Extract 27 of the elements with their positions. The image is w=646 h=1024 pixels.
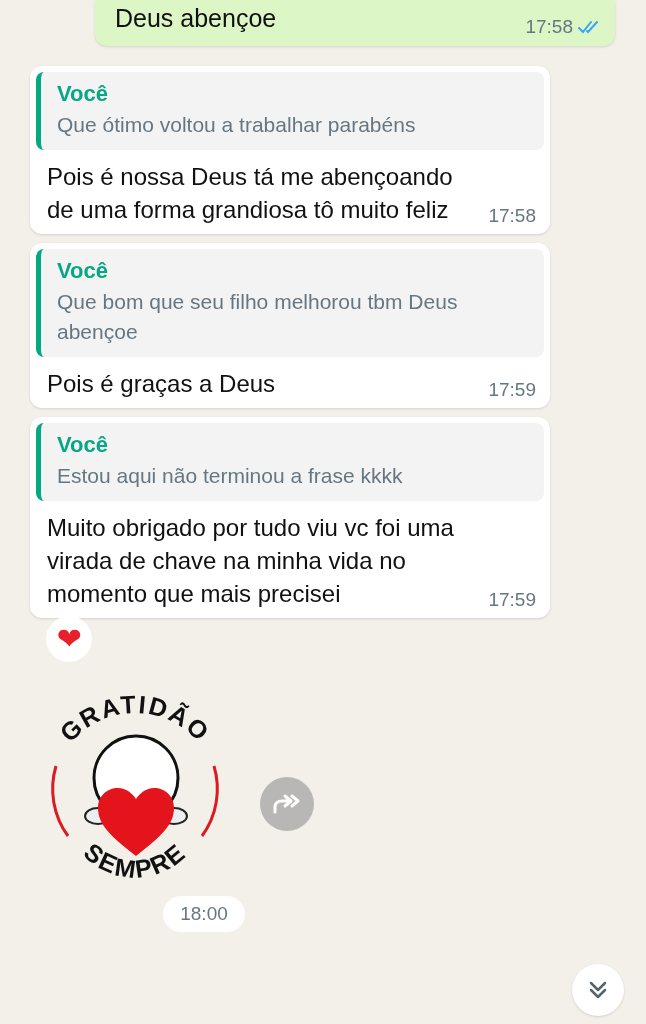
quote-author: Você bbox=[57, 80, 109, 108]
message-time: 17:59 bbox=[488, 587, 536, 612]
message-time: 17:58 bbox=[488, 203, 536, 228]
message-time: 17:59 bbox=[488, 377, 536, 402]
reaction-badge[interactable]: ❤ bbox=[46, 616, 92, 662]
message-bubble[interactable]: Você Que bom que seu filho melhorou tbm Deus abençoe Pois é graças a Deus 17:59 bbox=[30, 243, 550, 408]
scroll-down-button[interactable] bbox=[572, 964, 624, 1016]
quote-author: Você bbox=[57, 257, 109, 285]
quote-text: Que bom que seu filho melhorou tbm Deus abençoe bbox=[57, 289, 459, 345]
quoted-message[interactable]: Você Que bom que seu filho melhorou tbm Deus abençoe bbox=[36, 249, 544, 357]
message-bubble[interactable]: Deus abençoe 17:58 bbox=[95, 0, 615, 46]
message-time: 17:58 bbox=[525, 14, 573, 39]
sticker-text: SEMPRE bbox=[78, 837, 192, 884]
quote-text: Estou aqui não terminou a frase kkkk bbox=[57, 463, 404, 489]
quote-author: Você bbox=[57, 431, 109, 459]
message-text: Muito obrigado por tudo viu vc foi uma virada de chave na minha vida no momento que mais precisei bbox=[47, 513, 455, 609]
quote-text: Que ótimo voltou a trabalhar parabéns bbox=[57, 112, 417, 138]
forward-arrow-icon bbox=[272, 792, 302, 815]
message-text: Pois é graças a Deus bbox=[47, 369, 276, 399]
message-text: Pois é nossa Deus tá me abençoando de uma forma grandiosa tô muito feliz bbox=[47, 162, 454, 225]
quoted-message[interactable]: Você Estou aqui não terminou a frase kkkk bbox=[36, 423, 544, 501]
message-time: 18:00 bbox=[163, 896, 245, 932]
message-bubble[interactable]: Você Estou aqui não terminou a frase kkkk Muito obrigado por tudo viu vc foi uma virada de chave na minha vida no momento que mais precisei 17:59 bbox=[30, 417, 550, 618]
message-bubble[interactable]: Você Que ótimo voltou a trabalhar parabéns Pois é nossa Deus tá me abençoando de uma forma grandiosa tô muito feliz 17:58 bbox=[30, 66, 550, 234]
quoted-message[interactable]: Você Que ótimo voltou a trabalhar parabéns bbox=[36, 72, 544, 150]
chevrons-down-icon bbox=[587, 979, 609, 1001]
message-text: Deus abençoe bbox=[115, 3, 277, 34]
